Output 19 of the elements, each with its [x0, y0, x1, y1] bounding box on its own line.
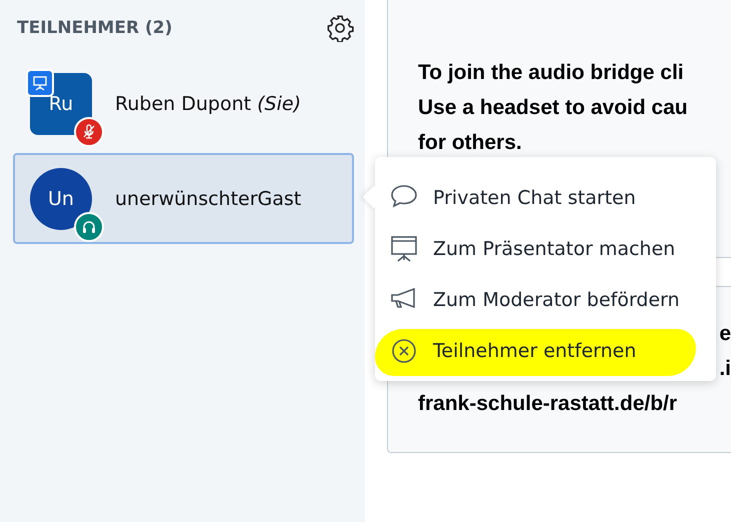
participants-heading: TEILNEHMER (2) [17, 18, 172, 38]
message-text: Use a headset to avoid cau [418, 96, 688, 119]
message-text: To join the audio bridge cli [418, 61, 684, 84]
participant-item[interactable]: Ru Ruben Dupont (Sie) [13, 58, 354, 149]
settings-icon[interactable] [326, 14, 354, 42]
participant-name: Ruben Dupont (Sie) [115, 92, 301, 114]
message-text: for others. [418, 131, 522, 154]
presenter-icon [26, 68, 54, 96]
menu-item[interactable]: Teilnehmer entfernen [375, 325, 716, 376]
menu-item[interactable]: Zum Moderator befördern [375, 274, 716, 325]
menu-item[interactable]: Privaten Chat starten [375, 172, 716, 223]
message-text: e [719, 322, 731, 345]
participant-item[interactable]: Un unerwünschterGast [13, 153, 354, 244]
avatar: Un [30, 168, 92, 230]
message-text: .i [719, 357, 731, 380]
presentation-board-icon [389, 234, 419, 264]
message-text: frank-schule-rastatt.de/b/r [418, 392, 678, 415]
menu-item[interactable]: Zum Präsentator machen [375, 223, 716, 274]
participant-name: unerwünschterGast [115, 188, 302, 210]
